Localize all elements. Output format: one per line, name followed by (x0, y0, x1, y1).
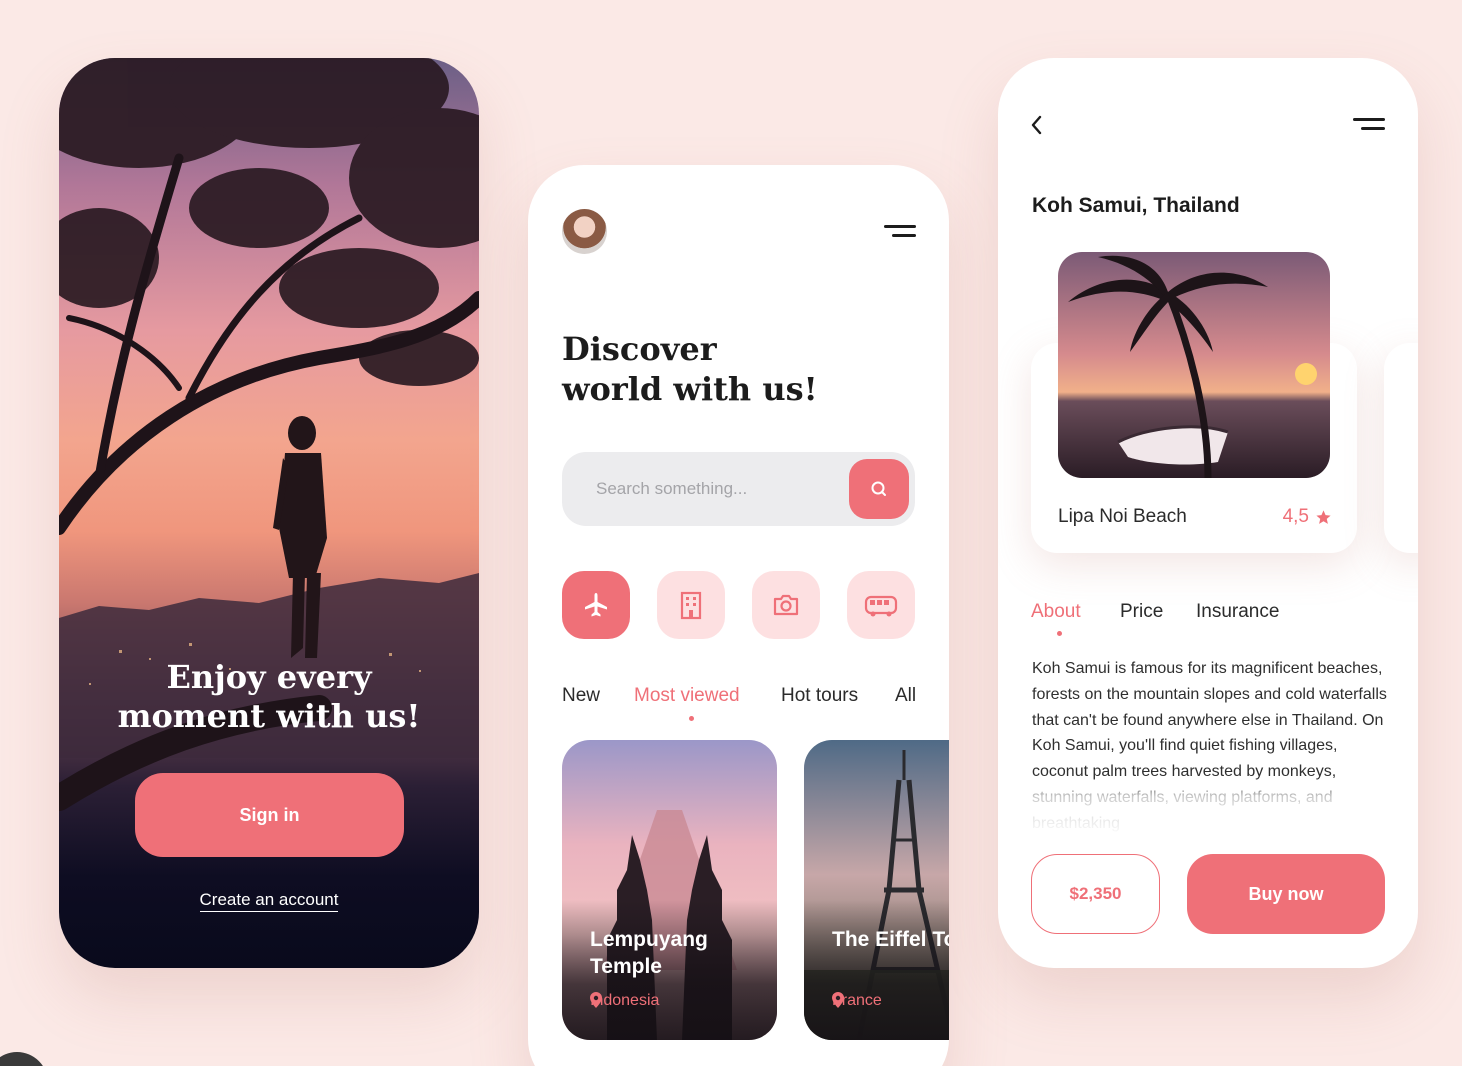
search-input[interactable] (596, 452, 836, 526)
search-bar (562, 452, 915, 526)
location-pin-icon (832, 992, 844, 1008)
category-tours-button[interactable] (847, 571, 915, 639)
place-name: Lipa Noi Beach (1058, 506, 1187, 527)
category-hotels-button[interactable] (657, 571, 725, 639)
page-title: Koh Samui, Thailand (1032, 194, 1240, 217)
create-account-label: Create an account (199, 890, 339, 912)
star-icon (1316, 509, 1331, 524)
beach-photo (1058, 252, 1330, 478)
destination-card-lempuyang[interactable]: Lempuyang Temple Indonesia (562, 740, 777, 1040)
buy-now-label: Buy now (1248, 883, 1324, 904)
card-shade (804, 900, 949, 1040)
tab-hot-tours[interactable]: Hot tours (781, 685, 858, 707)
place-rating: 4,5 (1283, 506, 1332, 528)
card-location: Indonesia (590, 992, 659, 1010)
beach-photo-image (1058, 252, 1330, 478)
page-title: Discover world with us! (562, 329, 818, 409)
discover-screen: Discover world with us! Search something… (528, 165, 949, 1066)
rating-value: 4,5 (1282, 506, 1309, 527)
card-title: The Eiffel Tower (832, 928, 949, 951)
menu-icon[interactable] (884, 225, 916, 239)
welcome-headline-line1: Enjoy every (166, 658, 372, 696)
search-icon (871, 481, 886, 496)
active-tab-indicator (1057, 631, 1062, 636)
price-badge: $2,350 (1031, 854, 1160, 934)
detail-screen: Koh Samui, Thailand Lipa Noi Beach 4,5 A… (998, 58, 1418, 968)
create-account-link[interactable]: Create an account (59, 890, 479, 912)
destination-card-eiffel[interactable]: The Eiffel Tower France (804, 740, 949, 1040)
hotel-icon (680, 591, 702, 620)
next-place-card[interactable] (1384, 343, 1418, 553)
category-flights-button[interactable] (562, 571, 630, 639)
buy-now-button[interactable]: Buy now (1187, 854, 1385, 934)
price-value: $2,350 (1069, 884, 1122, 903)
sign-in-button[interactable]: Sign in (135, 773, 404, 857)
card-location: France (832, 992, 882, 1010)
tab-all[interactable]: All (895, 685, 916, 707)
welcome-headline-line2: moment with us! (117, 697, 421, 735)
tab-about[interactable]: About (1031, 601, 1081, 623)
tab-price[interactable]: Price (1120, 601, 1163, 623)
welcome-screen: Enjoy every moment with us! Sign in Crea… (59, 58, 479, 968)
airplane-icon (585, 593, 607, 617)
back-arrow-icon[interactable] (1028, 114, 1046, 136)
tab-insurance[interactable]: Insurance (1196, 601, 1279, 623)
search-button[interactable] (849, 459, 909, 519)
category-sights-button[interactable] (752, 571, 820, 639)
tab-most-viewed[interactable]: Most viewed (634, 685, 740, 707)
welcome-headline: Enjoy every moment with us! (59, 658, 479, 736)
card-title: Lempuyang Temple (590, 928, 708, 978)
active-tab-indicator (689, 716, 694, 721)
camera-icon (773, 594, 799, 616)
location-pin-icon (590, 992, 602, 1008)
tab-new[interactable]: New (562, 685, 600, 707)
description-fade (1028, 778, 1398, 840)
sign-in-label: Sign in (239, 804, 300, 825)
page-title-line2: world with us! (562, 370, 818, 408)
corner-avatar-badge (0, 1052, 48, 1066)
avatar[interactable] (562, 209, 607, 254)
menu-icon[interactable] (1353, 118, 1385, 132)
bus-icon (864, 595, 898, 617)
page-title-line1: Discover (562, 330, 717, 368)
